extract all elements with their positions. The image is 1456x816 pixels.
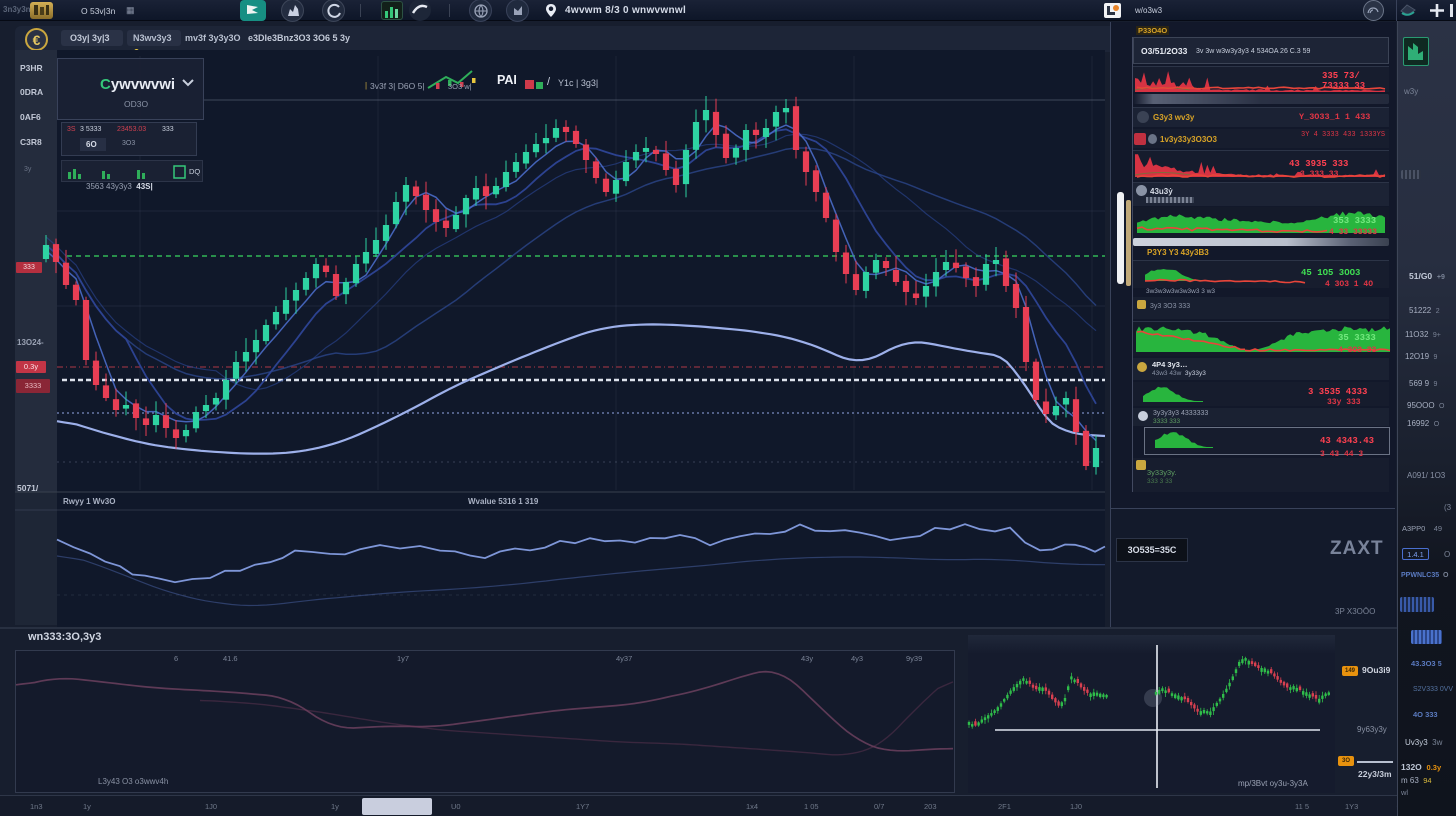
svg-text:3 3535 4333: 3 3535 4333 [1308, 387, 1367, 397]
svg-text:335 73/: 335 73/ [1322, 71, 1360, 81]
svg-text:33y 333: 33y 333 [1327, 398, 1361, 407]
svg-text:4 33 33333: 4 33 33333 [1329, 228, 1377, 237]
svg-text:4 3O3 1 4O: 4 3O3 1 4O [1325, 280, 1373, 289]
svg-text:35 3333: 35 3333 [1338, 333, 1376, 343]
svg-text:45 1O5 3OO3: 45 1O5 3OO3 [1301, 268, 1360, 278]
svg-text:43 4343.43: 43 4343.43 [1320, 436, 1374, 446]
svg-text:4 3O3 33: 4 3O3 33 [1338, 346, 1377, 355]
svg-text:353 3333: 353 3333 [1333, 216, 1376, 226]
svg-text:43 3935 333: 43 3935 333 [1289, 159, 1348, 169]
svg-text:73333 33: 73333 33 [1322, 81, 1365, 91]
svg-text:3 333 33: 3 333 33 [1300, 170, 1339, 179]
svg-text:3 43 44 3: 3 43 44 3 [1320, 450, 1363, 459]
